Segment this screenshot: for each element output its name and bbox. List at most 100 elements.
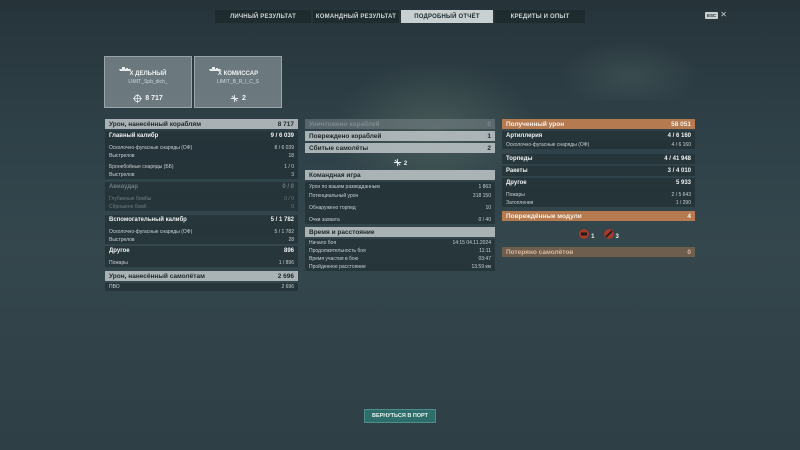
label: Сбитые самолёты — [309, 144, 369, 152]
value: 0 — [687, 248, 691, 256]
rockets-row: Ракеты 3 / 4 010 — [502, 166, 695, 176]
airstrike-row: Авиаудар 0 / 0 — [105, 182, 298, 192]
label: Бронебойные снаряды (ББ) — [109, 164, 174, 170]
ship-stat: 2 — [195, 94, 281, 103]
label: Урон, нанесённый самолётам — [109, 272, 205, 280]
label: Вспомогательный калибр — [109, 217, 187, 223]
value: 1 863 — [478, 183, 491, 190]
value: 318 150 — [472, 192, 491, 199]
shots-ap-row: Выстрелов 3 — [105, 171, 298, 179]
label: Продолжительность боя — [309, 248, 366, 254]
teamplay-header: Командная игра — [305, 170, 495, 180]
planes-shot-header: Сбитые самолёты 2 — [305, 143, 495, 153]
damaged-modules-icons: 1 3 — [502, 223, 695, 245]
label: Осколочно-фугасные снаряды (ОФ) — [109, 229, 193, 235]
value: 2 696 — [277, 272, 294, 280]
label: Выстрелов — [109, 172, 135, 178]
torpedoes-spotted-row: Обнаружено торпед 10 — [305, 203, 495, 212]
label: Осколочно-фугасные снаряды (ОФ) — [506, 142, 590, 148]
value: 11:11 — [479, 248, 491, 254]
value: 58 051 — [671, 120, 691, 128]
dropped-bombs-row: Сброшено бомб 0 — [105, 203, 298, 211]
label: Потеряно самолётов — [506, 248, 574, 256]
torpedoes-block: Торпеды 4 / 41 948 — [502, 154, 695, 164]
ship-card-2[interactable]: X КОМИССАР LIMIT_B_R_I_C_S 2 — [194, 56, 282, 108]
label: Время участия в бою — [309, 256, 359, 262]
label: Пожары — [506, 192, 525, 198]
damaged-header: Повреждено кораблей 1 — [305, 131, 495, 141]
tab-personal-result[interactable]: ЛИЧНЫЙ РЕЗУЛЬТАТ — [215, 10, 311, 23]
value: 0 — [487, 120, 491, 128]
plane-shot-icon — [393, 158, 401, 166]
esc-close-button[interactable]: ESC ✕ — [705, 11, 727, 19]
value: 18 — [288, 153, 294, 159]
ship-stat-value: 2 — [242, 95, 246, 102]
time-block: Начало боя 14:15 04.11.2024 Продолжительн… — [305, 239, 495, 271]
label: Главный калибр — [109, 133, 159, 139]
value: 8 / 6 039 — [274, 145, 294, 151]
value: 8 717 — [277, 120, 294, 128]
damaged-modules-header: Повреждённые модули 4 — [502, 211, 695, 221]
secondary-row: Вспомогательный калибр 5 / 1 782 — [105, 215, 298, 225]
value: 3 — [291, 172, 294, 178]
label: Выстрелов — [109, 237, 135, 243]
other-row: Другое 896 — [105, 246, 298, 256]
value: 0 / 0 — [284, 196, 294, 202]
ap-main-row: Бронебойные снаряды (ББ) 1 / 0 — [105, 163, 298, 171]
value: 5 / 1 782 — [270, 217, 294, 223]
capture-points-row: Очки захвата 0 / 40 — [305, 215, 495, 224]
label: Урон, нанесённый кораблям — [109, 120, 202, 128]
aa-row: ПВО 2 696 — [105, 283, 298, 291]
label: Командная игра — [309, 171, 361, 179]
value: 28 — [288, 237, 294, 243]
value: 03:47 — [478, 256, 491, 262]
label: Потенциальный урон — [309, 192, 359, 199]
value: 2 696 — [281, 284, 294, 290]
label: Авиаудар — [109, 184, 139, 190]
result-tabs: ЛИЧНЫЙ РЕЗУЛЬТАТ КОМАНДНЫЙ РЕЗУЛЬТАТ ПОД… — [215, 10, 585, 23]
other-block: Другое 896 Пожары 1 / 896 — [105, 246, 298, 267]
damage-planes-header: Урон, нанесённый самолётам 2 696 — [105, 271, 298, 281]
tab-credits-xp[interactable]: КРЕДИТЫ И ОПЫТ — [495, 10, 585, 23]
value: 0 — [291, 204, 294, 210]
value: 4 / 6 160 — [671, 142, 691, 148]
damage-icon — [133, 94, 143, 103]
value: 4 / 41 948 — [664, 156, 691, 162]
other-received-row: Другое 5 933 — [502, 178, 695, 188]
label: Обнаружено торпед — [309, 204, 356, 211]
he-received-row: Осколочно-фугасные снаряды (ОФ) 4 / 6 160 — [502, 141, 695, 149]
value: 896 — [283, 248, 294, 254]
received-header: Полученный урон 58 051 — [502, 119, 695, 129]
lost-planes-header: Потеряно самолётов 0 — [502, 247, 695, 257]
label: Осколочно-фугасные снаряды (ОФ) — [109, 145, 193, 151]
esc-badge: ESC — [705, 11, 719, 19]
label: Очки захвата — [309, 216, 340, 223]
label: Уничтожено кораблей — [309, 120, 380, 128]
tab-detailed-report[interactable]: ПОДРОБНЫЙ ОТЧЁТ — [401, 10, 493, 23]
damage-received-panel: Полученный урон 58 051 Артиллерия 4 / 6 1… — [502, 119, 695, 259]
module-2-count: 3 — [615, 234, 619, 240]
value: 10 — [485, 204, 491, 211]
artillery-row: Артиллерия 4 / 6 160 — [502, 131, 695, 141]
tab-team-result[interactable]: КОМАНДНЫЙ РЕЗУЛЬТАТ — [313, 10, 399, 23]
value: 5 / 1 782 — [274, 229, 294, 235]
value: 5 933 — [675, 180, 691, 186]
aa-block: ПВО 2 696 — [105, 283, 298, 291]
value: 1 / 290 — [675, 200, 691, 206]
label: Другое — [506, 180, 527, 186]
damage-dealt-panel: Урон, нанесённый кораблям 8 717 Главный … — [105, 119, 298, 291]
background-island-2 — [560, 40, 700, 100]
label: Время и расстояние — [309, 228, 375, 236]
label: Урон по вашим разведданным — [309, 183, 380, 190]
teamplay-block: Урон по вашим разведданным 1 863 Потенциа… — [305, 182, 495, 224]
battle-summary-panel: Уничтожено кораблей 0 Повреждено корабле… — [305, 119, 495, 271]
flooding-row: Затопления 1 / 290 — [502, 199, 695, 207]
label: Выстрелов — [109, 153, 135, 159]
ship-card-1[interactable]: X ДЕЛЬНЫЙ LIMIT_Spb_dich_ 8 717 — [104, 56, 192, 108]
artillery-block: Артиллерия 4 / 6 160 Осколочно-фугасные с… — [502, 131, 695, 149]
other-received-block: Другое 5 933 Пожары 2 / 5 643 Затопления 1 … — [502, 178, 695, 207]
close-icon: ✕ — [720, 10, 727, 19]
return-to-port-button[interactable]: ВЕРНУТЬСЯ В ПОРТ — [364, 409, 436, 423]
airstrike-block: Авиаудар 0 / 0 Глубинные бомбы 0 / 0 Сброш… — [105, 182, 298, 211]
label: Сброшено бомб — [109, 204, 147, 210]
